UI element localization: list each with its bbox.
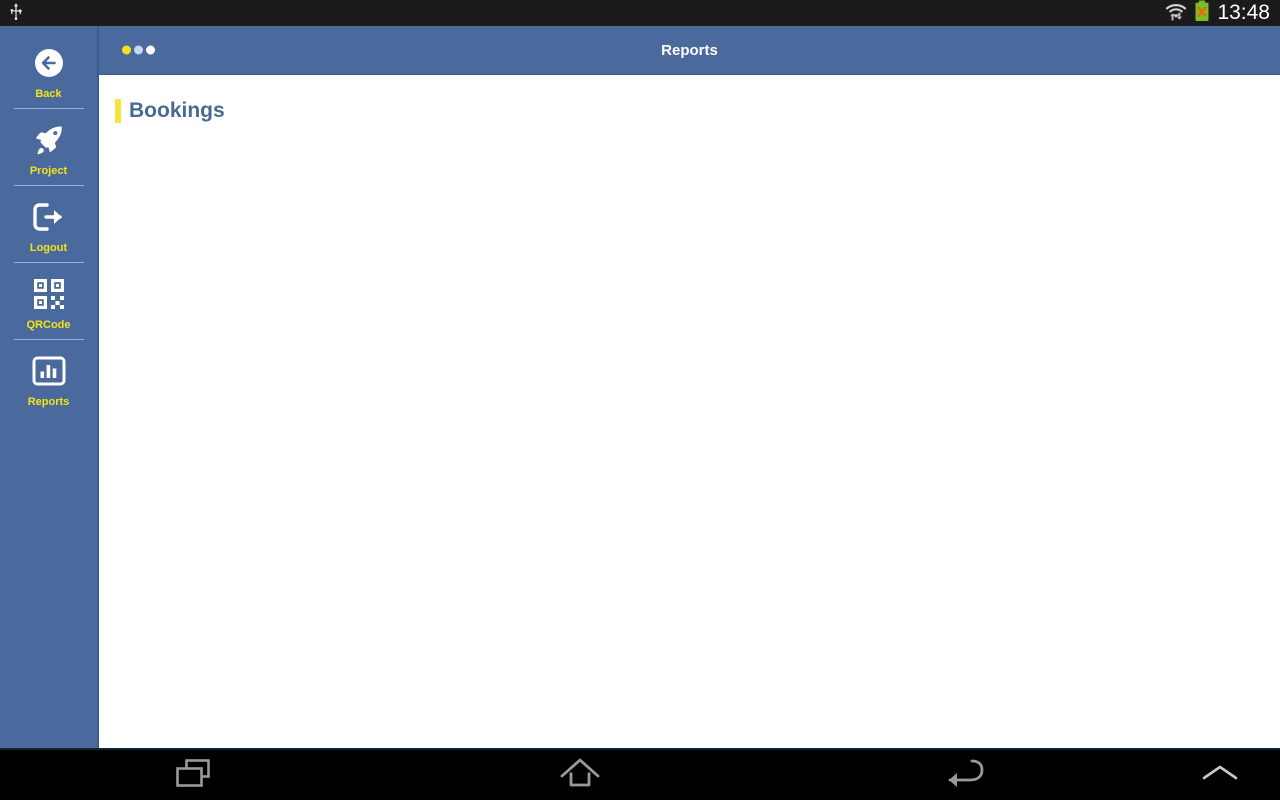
back-button[interactable]: [773, 750, 1160, 800]
status-bar-right-icons: 13:48: [1165, 0, 1270, 27]
sidebar-item-qrcode[interactable]: QRCode: [0, 265, 97, 337]
battery-error-icon: [1194, 0, 1210, 27]
dot-indicator-1: [122, 45, 131, 55]
menu-dots-button[interactable]: [122, 45, 155, 55]
wifi-transfer-icon: [1165, 1, 1187, 26]
dot-indicator-3: [146, 45, 155, 55]
chevron-up-icon: [1198, 761, 1242, 790]
sidebar-divider: [13, 185, 84, 186]
recents-button[interactable]: [0, 750, 387, 800]
back-icon: [944, 756, 990, 795]
status-bar-clock: 13:48: [1217, 1, 1270, 24]
rocket-icon: [31, 121, 67, 159]
heading-accent-bar: [115, 99, 121, 123]
section-title: Bookings: [129, 99, 225, 122]
qrcode-icon: [33, 275, 65, 313]
expand-notifications-button[interactable]: [1160, 750, 1280, 800]
page-title: Reports: [661, 41, 718, 59]
android-status-bar: 13:48: [0, 0, 1280, 26]
status-bar-left-icons: [8, 2, 24, 25]
sidebar-item-label: Logout: [29, 242, 68, 254]
android-tablet-screen: 13:48 Back Project Logout QRCode Reports…: [0, 0, 1280, 800]
sidebar-item-back[interactable]: Back: [0, 34, 97, 106]
app-bar: Reports: [99, 26, 1280, 75]
left-sidebar-nav: Back Project Logout QRCode Reports: [0, 26, 99, 750]
main-content-area: Reports Bookings: [99, 26, 1280, 774]
sidebar-item-reports[interactable]: Reports: [0, 342, 97, 414]
back-arrow-circle-icon: [32, 44, 66, 82]
dot-indicator-2: [134, 45, 143, 55]
sidebar-item-label: QRCode: [26, 319, 71, 331]
sidebar-item-logout[interactable]: Logout: [0, 188, 97, 260]
sidebar-divider: [13, 108, 84, 109]
recents-icon: [170, 756, 216, 795]
section-heading: Bookings: [115, 99, 1280, 123]
logout-icon: [31, 198, 67, 236]
home-icon: [554, 756, 606, 795]
sidebar-item-label: Back: [35, 88, 62, 100]
sidebar-divider: [13, 339, 84, 340]
usb-icon: [8, 2, 24, 25]
sidebar-item-project[interactable]: Project: [0, 111, 97, 183]
bar-chart-icon: [32, 352, 66, 390]
page-body: Bookings: [99, 99, 1280, 774]
sidebar-item-label: Reports: [27, 396, 70, 408]
home-button[interactable]: [387, 750, 774, 800]
android-navigation-bar: [0, 748, 1280, 800]
sidebar-item-label: Project: [29, 165, 68, 177]
sidebar-divider: [13, 262, 84, 263]
